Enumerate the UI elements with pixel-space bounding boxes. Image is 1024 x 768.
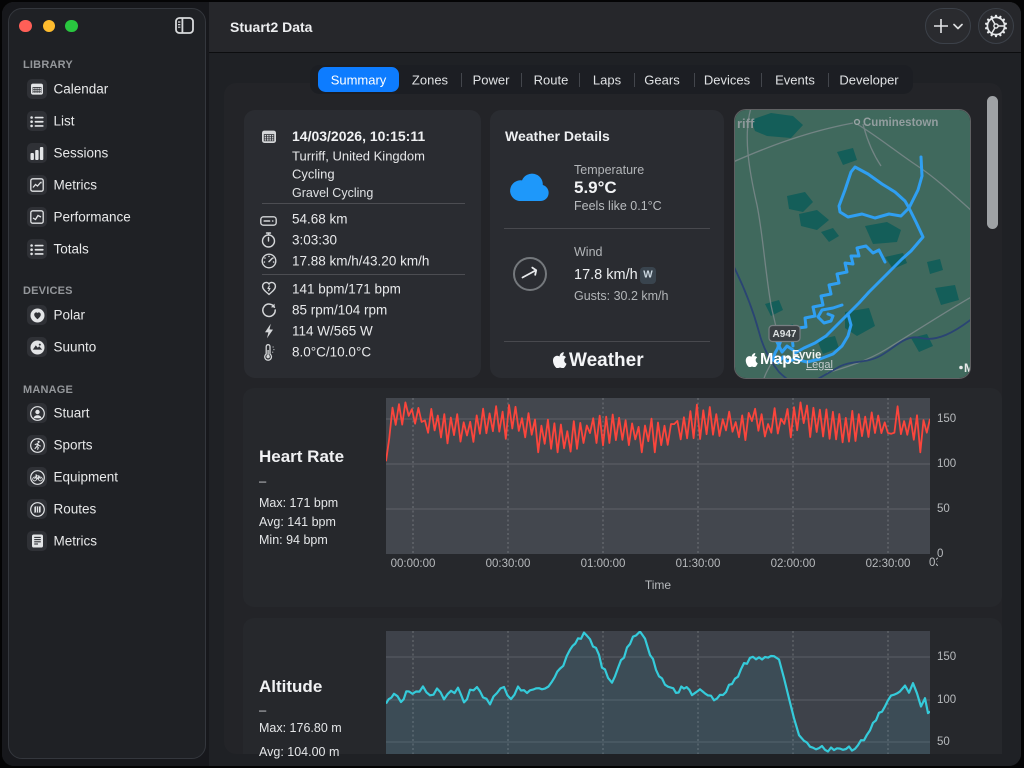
svg-text:Legal: Legal [806, 359, 833, 371]
svg-text:riff: riff [737, 116, 755, 131]
svg-text:Cuminestown: Cuminestown [863, 117, 938, 129]
svg-text:A947: A947 [773, 329, 797, 340]
